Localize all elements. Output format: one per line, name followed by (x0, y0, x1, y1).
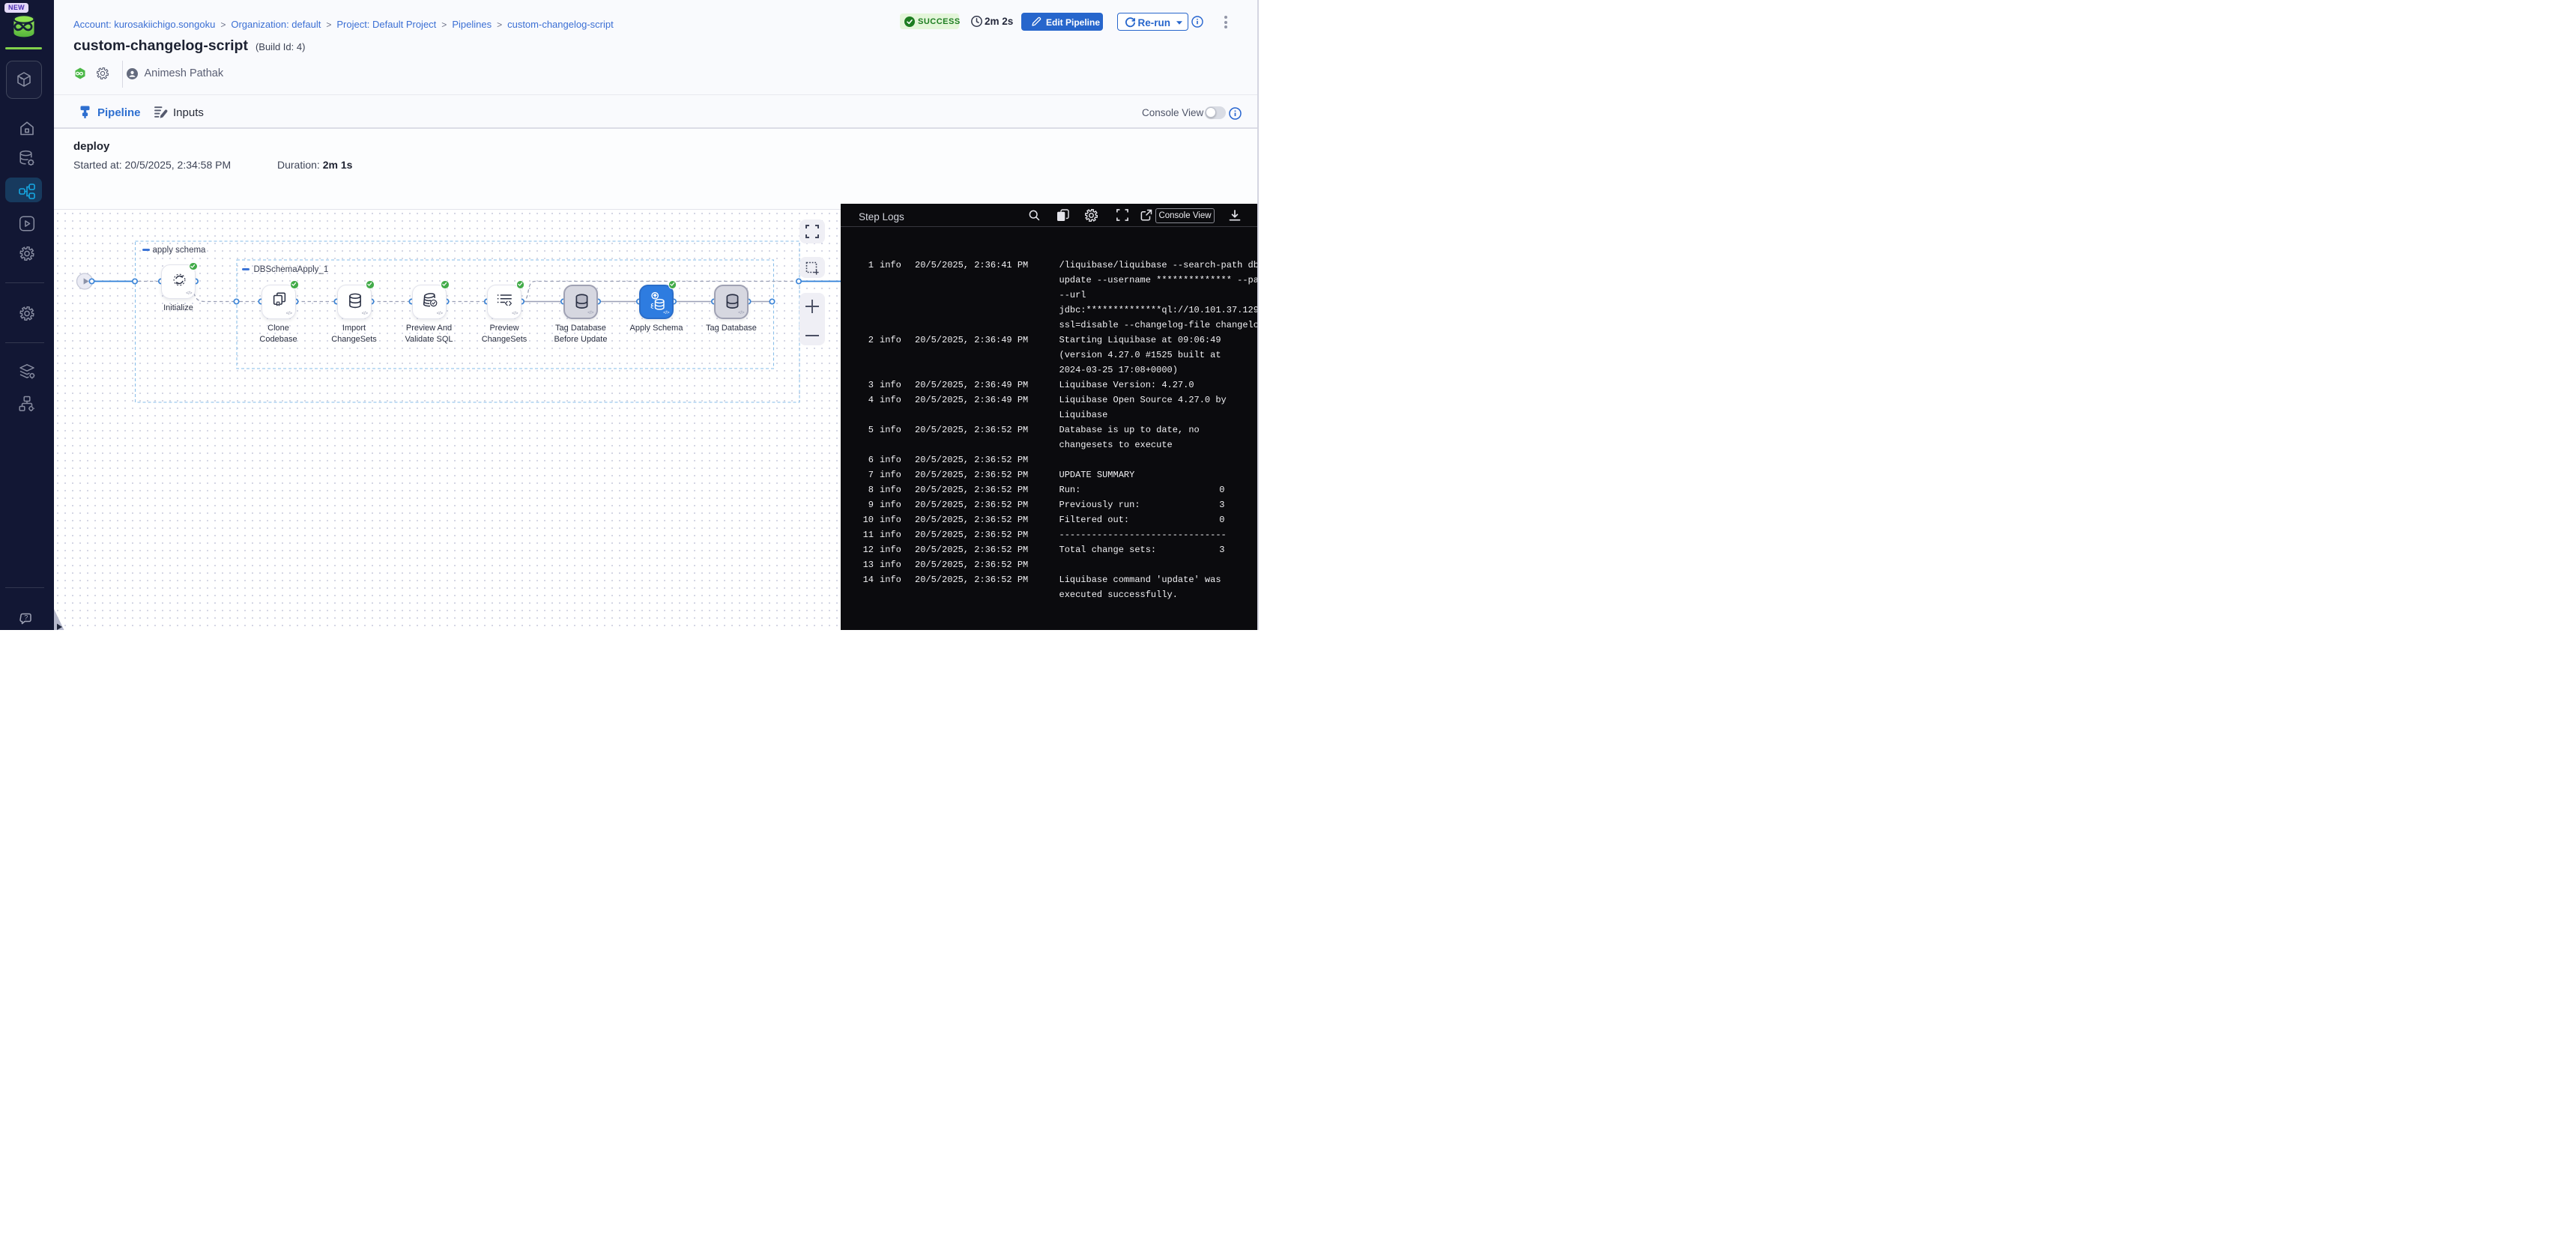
svg-text:?: ? (24, 614, 28, 622)
